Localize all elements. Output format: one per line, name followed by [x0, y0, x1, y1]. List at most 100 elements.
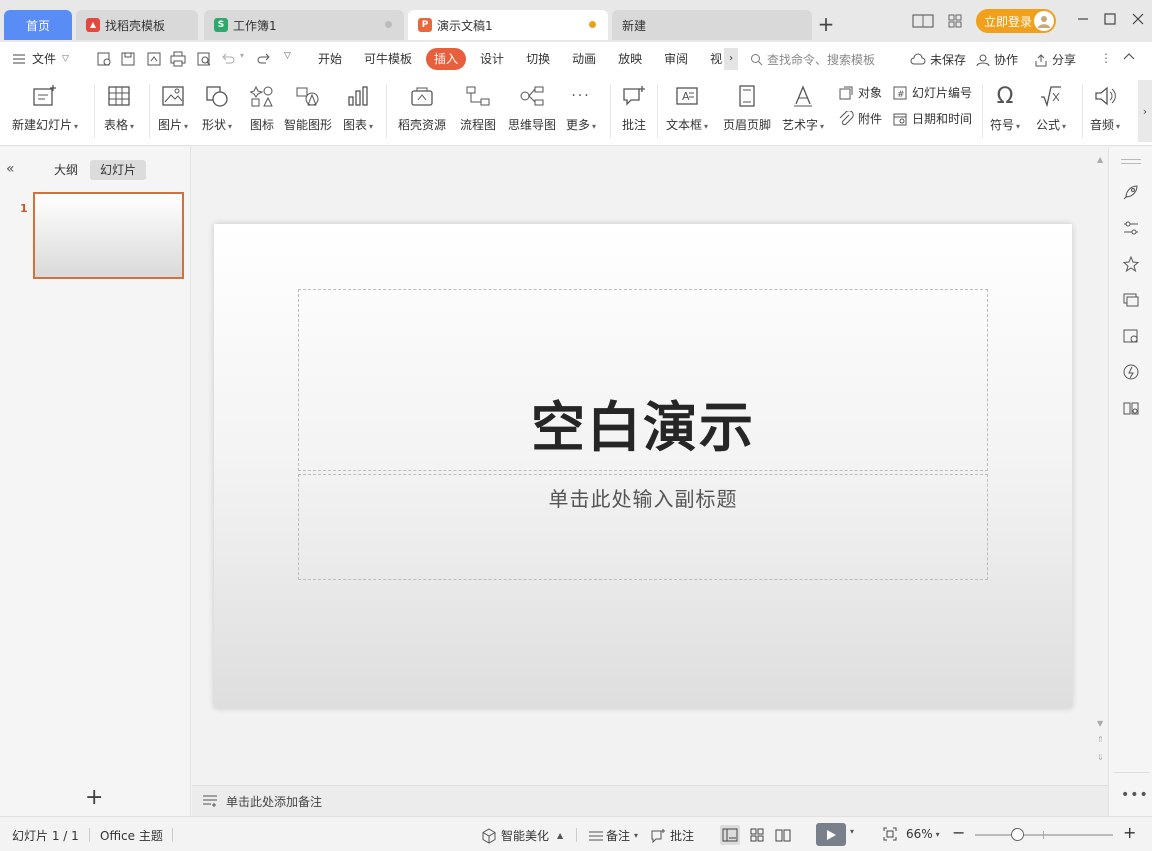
maximize-icon[interactable] [1103, 12, 1117, 26]
formula-button[interactable]: 公式 ▾ [1036, 82, 1066, 133]
title-placeholder[interactable]: 空白演示 [298, 289, 988, 471]
object-button[interactable]: 对象 [838, 84, 882, 101]
fit-window-button[interactable] [883, 827, 897, 841]
print-preview-icon[interactable] [196, 51, 212, 67]
close-icon[interactable] [1131, 12, 1145, 26]
grid-apps-icon[interactable] [948, 10, 962, 32]
vertical-scrollbar[interactable]: ▲ ▼ ⇑ ⇓ [1094, 147, 1108, 785]
print-icon[interactable] [170, 51, 186, 67]
customize-toolbar-icon[interactable]: ▽ [284, 51, 300, 67]
export-pdf-icon[interactable] [146, 51, 162, 67]
slide[interactable]: 空白演示 单击此处输入副标题 [214, 224, 1072, 708]
transition-icon[interactable] [1122, 291, 1140, 309]
attachment-button[interactable]: 附件 [838, 110, 882, 127]
more-button[interactable]: ··· 更多 ▾ [566, 82, 596, 133]
docer-resources-button[interactable]: 稻壳资源 [398, 82, 446, 133]
tab-start[interactable]: 开始 [310, 48, 350, 70]
theme-name[interactable]: Office 主题 [100, 827, 163, 844]
tab-docer-templates[interactable]: 找稻壳模板 [76, 10, 198, 40]
zoom-slider-handle[interactable] [1011, 828, 1025, 841]
icon-button[interactable]: 图标 [248, 82, 276, 133]
add-slide-button[interactable]: + [85, 785, 103, 810]
unsaved-status[interactable]: 未保存 [910, 51, 966, 68]
smart-graphic-button[interactable]: 智能图形 [284, 82, 332, 133]
new-tab-button[interactable]: + [816, 13, 836, 37]
datetime-button[interactable]: 日期和时间 [892, 110, 972, 127]
next-slide-icon[interactable]: ⇓ [1097, 753, 1104, 762]
zoom-slider-track[interactable] [975, 834, 1113, 836]
zoom-level[interactable]: 66% ▾ [906, 827, 940, 841]
zoom-out-button[interactable]: − [952, 823, 965, 842]
new-slide-button[interactable]: 新建幻灯片 ▾ [12, 82, 78, 133]
tab-transitions[interactable]: 切换 [518, 48, 558, 70]
shape-button[interactable]: 形状 ▾ [202, 82, 232, 133]
comments-toggle-button[interactable]: 批注 [650, 827, 694, 844]
header-footer-button[interactable]: 页眉页脚 [723, 82, 771, 133]
reading-mode-icon[interactable] [1122, 399, 1140, 417]
cloud-save-icon[interactable] [96, 51, 112, 67]
comment-button[interactable]: 批注 [620, 82, 648, 133]
tab-view[interactable]: 视 [702, 48, 724, 70]
slide-sorter-button[interactable] [747, 825, 767, 845]
collapse-ribbon-icon[interactable] [1122, 51, 1136, 61]
reading-view-button[interactable] [773, 825, 793, 845]
unsaved-dot[interactable] [589, 21, 596, 28]
sidebar-more-icon[interactable]: ••• [1121, 787, 1149, 803]
tab-animations[interactable]: 动画 [564, 48, 604, 70]
flowchart-button[interactable]: 流程图 [460, 82, 496, 133]
chart-button[interactable]: 图表 ▾ [343, 82, 373, 133]
wordart-button[interactable]: 艺术字 ▾ [782, 82, 824, 133]
tab-design[interactable]: 设计 [472, 48, 512, 70]
scroll-up-icon[interactable]: ▲ [1097, 155, 1103, 164]
tab-presentation[interactable]: P 演示文稿1 [408, 10, 608, 40]
tab-slides[interactable]: 幻灯片 [90, 160, 147, 180]
table-button[interactable]: 表格 ▾ [104, 82, 134, 133]
subtitle-placeholder[interactable]: 单击此处输入副标题 [298, 474, 988, 580]
normal-view-button[interactable] [720, 825, 740, 845]
tab-new[interactable]: 新建 [612, 10, 812, 40]
play-slideshow-button[interactable] [816, 823, 846, 846]
tab-review[interactable]: 审阅 [656, 48, 696, 70]
slide-number-button[interactable]: # 幻灯片编号 [892, 84, 972, 101]
command-search-input[interactable]: 查找命令、搜索模板 [750, 51, 875, 68]
tab-keniu-templates[interactable]: 可牛模板 [356, 48, 420, 70]
sliders-icon[interactable] [1122, 219, 1140, 237]
beautify-icon[interactable] [1122, 327, 1140, 345]
slideshow-dropdown-icon[interactable]: ▾ [850, 827, 854, 836]
tab-workbook[interactable]: S 工作簿1 [204, 10, 404, 40]
collaborate-button[interactable]: 协作 [976, 51, 1018, 68]
more-options-icon[interactable]: ⋮ [1100, 51, 1112, 65]
scroll-down-icon[interactable]: ▼ [1097, 719, 1103, 728]
notes-pane[interactable]: 单击此处添加备注 [192, 785, 1108, 816]
window-layout-icon[interactable] [912, 10, 934, 32]
textbox-button[interactable]: A 文本框 ▾ [666, 82, 708, 133]
tab-outline[interactable]: 大纲 [44, 160, 88, 180]
login-button[interactable]: 立即登录 [976, 9, 1056, 33]
save-icon[interactable] [120, 51, 136, 67]
tab-close-dot[interactable] [385, 21, 392, 28]
redo-icon[interactable] [256, 51, 272, 67]
tab-home[interactable]: 首页 [4, 10, 72, 40]
ai-assistant-icon[interactable] [1122, 363, 1140, 381]
file-menu[interactable]: 文件 ▽ [12, 50, 69, 67]
share-button[interactable]: 分享 [1034, 51, 1076, 68]
picture-button[interactable]: 图片 ▾ [158, 82, 188, 133]
undo-icon[interactable] [220, 51, 236, 67]
slide-thumbnail[interactable] [33, 192, 184, 279]
tab-slideshow[interactable]: 放映 [610, 48, 650, 70]
undo-dropdown-icon[interactable]: ▾ [240, 51, 256, 67]
prev-slide-icon[interactable]: ⇑ [1097, 735, 1104, 744]
collapse-panel-icon[interactable]: « [6, 161, 15, 177]
zoom-in-button[interactable]: + [1123, 823, 1136, 842]
ribbon-scroll-right-icon[interactable]: › [1138, 80, 1152, 142]
animation-star-icon[interactable] [1122, 255, 1140, 273]
more-tabs-chevron-icon[interactable]: › [724, 48, 739, 70]
notes-toggle-button[interactable]: 备注 ▾ [588, 827, 638, 844]
audio-button[interactable]: 音频 ▾ [1090, 82, 1120, 133]
symbol-button[interactable]: Ω 符号 ▾ [990, 82, 1020, 133]
tab-insert[interactable]: 插入 [426, 48, 467, 70]
rocket-icon[interactable] [1122, 183, 1140, 201]
smart-beautify-button[interactable]: 智能美化 ▲ [481, 827, 563, 844]
mindmap-button[interactable]: 思维导图 [508, 82, 556, 133]
minimize-icon[interactable] [1076, 12, 1090, 26]
